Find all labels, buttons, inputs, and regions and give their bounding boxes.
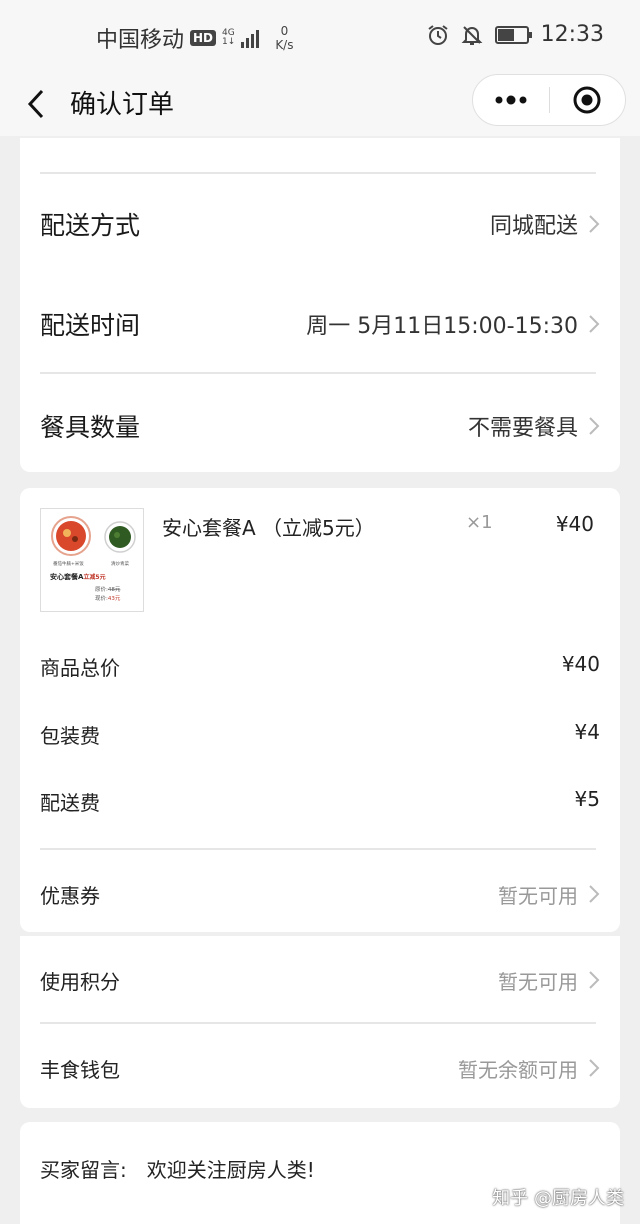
thumb-title-red: 立减5元 <box>83 573 105 581</box>
status-left: 中国移动 HD 4G 1↓ 0 K/s <box>96 22 293 54</box>
thumb-now-value: 43元 <box>108 595 121 602</box>
points-value-wrap: 暂无可用 <box>498 966 600 995</box>
chevron-right-icon <box>589 971 600 989</box>
utensils-label: 餐具数量 <box>40 413 141 442</box>
speed-unit: K/s <box>275 38 294 52</box>
points-value: 暂无可用 <box>498 969 578 994</box>
chevron-right-icon <box>589 417 600 435</box>
network-sub-label: 1↓ <box>222 37 236 47</box>
thumb-now-label: 现价: <box>95 595 108 602</box>
watermark: 知乎 @厨房人类 <box>492 1188 624 1209</box>
thumb-now-price: 现价:43元 <box>95 595 121 602</box>
page-title: 确认订单 <box>70 90 175 120</box>
utensils-value-wrap: 不需要餐具 <box>468 410 600 442</box>
packing-fee-label: 包装费 <box>40 724 100 748</box>
status-right: 12:33 <box>427 22 604 47</box>
delivery-method-value-wrap: 同城配送 <box>490 208 600 240</box>
delivery-card: 配送方式 同城配送 配送时间 周一 5月11日15:00-15:30 餐具数量 … <box>20 138 620 472</box>
points-label: 使用积分 <box>40 969 120 994</box>
thumb-orig-price: 48元 <box>108 586 121 593</box>
divider <box>40 372 596 374</box>
hd-badge: HD <box>190 30 217 46</box>
subtotal-row: 商品总价 ¥40 <box>40 652 600 681</box>
thumb-title: 安心套餐A立减5元 <box>50 572 106 581</box>
divider <box>40 172 596 174</box>
network-speed: 0 K/s <box>275 24 293 52</box>
product-image: 番茄牛腩+米饭 清炒青菜 安心套餐A立减5元 原价:48元 现价:43元 <box>50 516 136 602</box>
chevron-right-icon <box>589 1059 600 1077</box>
thumb-title-main: 安心套餐A <box>50 572 84 581</box>
mute-bell-icon <box>461 25 483 45</box>
divider <box>40 848 596 850</box>
subtotal-value: ¥40 <box>561 652 600 676</box>
subtotal-label: 商品总价 <box>40 656 120 680</box>
product-name: 安心套餐A （立减5元） <box>162 516 375 540</box>
buyer-message-label: 买家留言: <box>40 1157 127 1182</box>
points-row[interactable]: 使用积分 暂无可用 <box>40 958 600 1002</box>
packing-fee-row: 包装费 ¥4 <box>40 720 600 749</box>
battery-level <box>497 28 515 41</box>
thumb-left-caption: 番茄牛腩+米饭 <box>53 560 84 567</box>
coupon-label: 优惠券 <box>40 883 100 908</box>
delivery-method-value: 同城配送 <box>489 214 578 239</box>
nav-bar: 确认订单 <box>0 72 640 136</box>
battery-icon <box>494 25 532 44</box>
target-icon <box>573 86 601 114</box>
delivery-fee-label: 配送费 <box>40 791 100 815</box>
payment-extras-card: 使用积分 暂无可用 丰食钱包 暂无余额可用 <box>20 936 620 1108</box>
thumb-orig-label: 原价: <box>95 586 108 593</box>
delivery-fee-row: 配送费 ¥5 <box>40 787 600 816</box>
close-miniprogram-button[interactable] <box>550 75 626 125</box>
carrier-name: 中国移动 <box>96 28 185 53</box>
thumb-right-caption: 清炒青菜 <box>111 560 129 567</box>
clock: 12:33 <box>540 22 604 47</box>
delivery-time-value-wrap: 周一 5月11日15:00-15:30 <box>306 308 600 340</box>
delivery-fee-value: ¥5 <box>574 787 600 811</box>
back-button[interactable] <box>22 86 54 122</box>
thumb-original-price: 原价:48元 <box>95 586 121 593</box>
coupon-value: 暂无可用 <box>498 883 578 908</box>
utensils-value: 不需要餐具 <box>467 416 578 441</box>
order-summary-card: 番茄牛腩+米饭 清炒青菜 安心套餐A立减5元 原价:48元 现价:43元 安心套… <box>20 488 620 932</box>
packing-fee-value: ¥4 <box>574 720 600 744</box>
delivery-method-label: 配送方式 <box>40 211 141 240</box>
buyer-message-row[interactable]: 买家留言: 欢迎关注厨房人类! <box>40 1148 600 1188</box>
wallet-value-wrap: 暂无余额可用 <box>458 1054 600 1083</box>
delivery-time-value: 周一 5月11日15:00-15:30 <box>306 314 578 339</box>
coupon-value-wrap: 暂无可用 <box>498 880 600 909</box>
chevron-right-icon <box>589 215 600 233</box>
network-type: 4G 1↓ <box>222 29 235 47</box>
alarm-icon <box>427 24 448 45</box>
divider <box>40 1022 596 1024</box>
chevron-left-icon <box>27 89 44 119</box>
buyer-message-text: 欢迎关注厨房人类! <box>146 1157 315 1182</box>
wallet-label: 丰食钱包 <box>40 1057 120 1082</box>
delivery-time-row[interactable]: 配送时间 周一 5月11日15:00-15:30 <box>40 302 600 346</box>
product-thumbnail[interactable]: 番茄牛腩+米饭 清炒青菜 安心套餐A立减5元 原价:48元 现价:43元 <box>40 508 144 612</box>
coupon-row[interactable]: 优惠券 暂无可用 <box>40 872 600 916</box>
delivery-time-label: 配送时间 <box>40 311 141 340</box>
chevron-right-icon <box>589 885 600 903</box>
more-button[interactable] <box>473 75 549 125</box>
chevron-right-icon <box>589 315 600 333</box>
speed-value: 0 <box>280 24 289 38</box>
product-price: ¥40 <box>555 512 594 536</box>
wallet-row[interactable]: 丰食钱包 暂无余额可用 <box>40 1046 600 1090</box>
product-quantity: ×1 <box>466 512 493 533</box>
utensils-row[interactable]: 餐具数量 不需要餐具 <box>40 404 600 448</box>
wallet-value: 暂无余额可用 <box>458 1057 578 1082</box>
delivery-method-row[interactable]: 配送方式 同城配送 <box>40 202 600 246</box>
status-bar: 中国移动 HD 4G 1↓ 0 K/s 12:33 <box>0 0 640 72</box>
miniprogram-capsule <box>472 74 626 126</box>
signal-icon <box>241 28 260 48</box>
more-dots-icon <box>495 95 527 105</box>
